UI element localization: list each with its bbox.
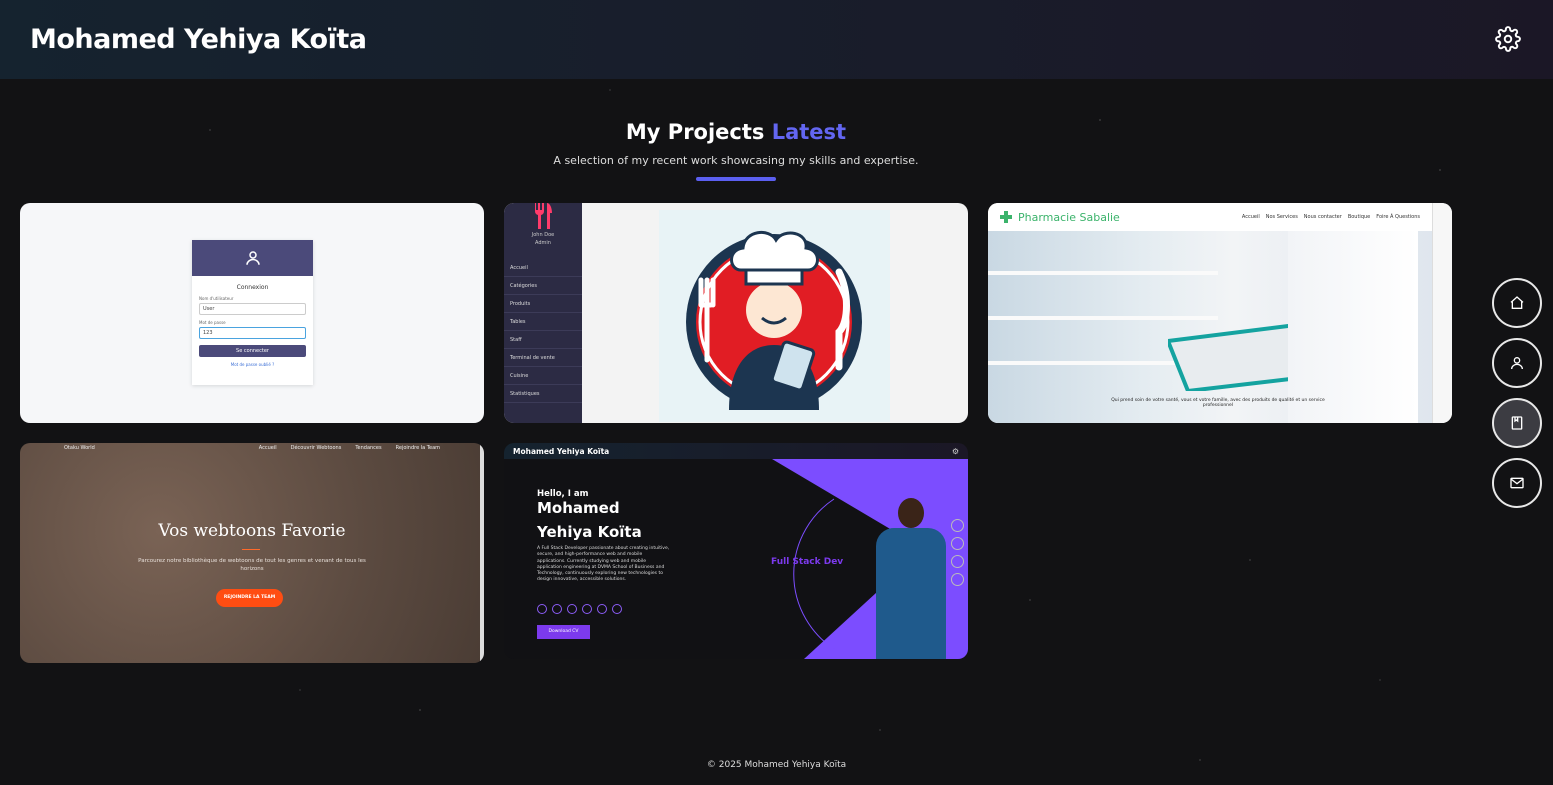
- nav-about-button[interactable]: [1492, 338, 1542, 388]
- user-icon: [245, 251, 260, 265]
- portfolio-cv-button: Download CV: [537, 625, 590, 639]
- project-card-login[interactable]: Connexion Nom d'utilisateur User Mot de …: [20, 203, 484, 423]
- portfolio-side-nav: [951, 519, 964, 586]
- webtoon-divider: [242, 549, 260, 550]
- project-card-pharmacy[interactable]: Pharmacie Sabalie Accueil Nos Services N…: [988, 203, 1452, 423]
- social-icon: [537, 604, 547, 614]
- fork-knife-icon: [534, 203, 552, 229]
- username-label: Nom d'utilisateur: [199, 296, 234, 301]
- pharmacy-nav-item: Accueil: [1241, 214, 1260, 220]
- admin-menu-item: Staff: [504, 331, 582, 349]
- pharmacy-nav-links: Accueil Nos Services Nous contacter Bout…: [1242, 214, 1420, 220]
- title-main: My Projects: [625, 120, 765, 144]
- portfolio-nav-dot: [951, 555, 964, 568]
- password-label: Mot de passe: [199, 320, 226, 325]
- portfolio-name-line1: Mohamed: [537, 499, 620, 517]
- pharmacy-navbar: Pharmacie Sabalie Accueil Nos Services N…: [988, 203, 1432, 231]
- webtoon-subtitle: Parcourez notre bibliothèque de webtoons…: [138, 558, 366, 572]
- pharmacy-hero-text: Qui prend soin de votre santé, vous et v…: [1111, 398, 1325, 408]
- portfolio-nav-dot: [951, 519, 964, 532]
- admin-user-role: Admin: [535, 240, 551, 246]
- portfolio-name-line2: Yehiya Koïta: [537, 523, 642, 541]
- admin-user: John Doe Admin: [504, 231, 582, 247]
- gear-icon[interactable]: [1495, 26, 1521, 52]
- pharmacy-hero: [988, 231, 1432, 423]
- login-title: Connexion: [236, 284, 269, 291]
- browser-side-strip: [1432, 203, 1452, 423]
- login-header: [192, 240, 313, 276]
- project-card-restaurant[interactable]: John Doe Admin Accueil Catégories Produi…: [504, 203, 968, 423]
- admin-user-name: John Doe: [531, 232, 555, 238]
- webtoon-brand: Otaku World: [64, 445, 95, 451]
- projects-heading: My Projects Latest A selection of my rec…: [0, 120, 1472, 181]
- portfolio-brand: Mohamed Yehiya Koïta: [513, 446, 610, 456]
- project-card-webtoons[interactable]: Otaku World Accueil Découvrir Webtoons T…: [20, 443, 484, 663]
- section-subtitle: A selection of my recent work showcasing…: [553, 154, 919, 167]
- mail-icon: [1510, 477, 1524, 489]
- portfolio-nav-dot: [951, 573, 964, 586]
- title-underline: [696, 177, 776, 181]
- webtoon-nav-item: Tendances: [355, 445, 382, 451]
- site-header: Mohamed Yehiya Koïta: [0, 0, 1553, 79]
- admin-menu-item: Produits: [504, 295, 582, 313]
- portfolio-greeting: Hello, I am: [537, 489, 589, 499]
- section-title: My Projects Latest: [0, 120, 1472, 144]
- admin-sidebar: John Doe Admin Accueil Catégories Produi…: [504, 203, 582, 423]
- shelf: [988, 271, 1218, 275]
- portfolio-social-icons: [537, 604, 622, 614]
- webtoon-navbar: Otaku World Accueil Découvrir Webtoons T…: [20, 443, 484, 453]
- social-icon: [612, 604, 622, 614]
- admin-menu-item: Accueil: [504, 259, 582, 277]
- webtoon-join-button: REJOINDRE LA TEAM: [216, 589, 283, 607]
- login-preview: Connexion Nom d'utilisateur User Mot de …: [192, 240, 313, 385]
- admin-menu-item: Catégories: [504, 277, 582, 295]
- webtoon-title: Vos webtoons Favorie: [158, 521, 346, 541]
- pharmacy-nav-item: Foire Á Questions: [1376, 214, 1420, 220]
- username-field: User: [199, 303, 306, 315]
- admin-menu-item: Cuisine: [504, 367, 582, 385]
- admin-menu-item: Statistiques: [504, 385, 582, 403]
- title-accent: Latest: [771, 120, 847, 144]
- webtoon-nav-links: Accueil Découvrir Webtoons Tendances Rej…: [259, 445, 440, 451]
- user-icon: [1511, 357, 1523, 370]
- portfolio-role: Full Stack Dev: [771, 557, 844, 567]
- chef-illustration: [686, 231, 862, 410]
- pharmacy-brand: Pharmacie Sabalie: [1018, 210, 1120, 224]
- admin-menu-item: Tables: [504, 313, 582, 331]
- password-field: 123: [199, 327, 306, 339]
- webtoon-nav-item: Rejoindre la Team: [395, 445, 440, 451]
- forgot-password-link: Mot de passe oublié ?: [230, 362, 275, 367]
- plus-cross-icon: [1000, 211, 1012, 223]
- nav-home-button[interactable]: [1492, 278, 1542, 328]
- admin-menu-item: Terminal de vente: [504, 349, 582, 367]
- social-icon: [597, 604, 607, 614]
- social-icon: [582, 604, 592, 614]
- portfolio-avatar: [876, 498, 946, 659]
- pharmacy-nav-item: Nous contacter: [1303, 214, 1342, 220]
- doctor-figure: [1288, 231, 1418, 423]
- portfolio-header: Mohamed Yehiya Koïta ⚙: [504, 443, 968, 459]
- social-icon: [567, 604, 577, 614]
- pharmacy-nav-item: Boutique: [1347, 214, 1371, 220]
- webtoon-scrollbar: [480, 443, 484, 663]
- pharmacy-nav-item: Nos Services: [1265, 214, 1298, 220]
- login-button: Se connecter: [199, 345, 306, 357]
- webtoon-nav-item: Accueil: [258, 445, 277, 451]
- nav-contact-button[interactable]: [1492, 458, 1542, 508]
- site-footer: © 2025 Mohamed Yehiya Koïta: [706, 760, 847, 770]
- project-card-portfolio[interactable]: Mohamed Yehiya Koïta ⚙ Hello, I am Moham…: [504, 443, 968, 659]
- site-brand[interactable]: Mohamed Yehiya Koïta: [30, 24, 367, 55]
- shelf: [988, 316, 1218, 320]
- book-icon: [1511, 416, 1523, 430]
- nav-projects-button[interactable]: [1492, 398, 1542, 448]
- portfolio-description: A Full Stack Developer passionate about …: [537, 546, 670, 583]
- social-icon: [552, 604, 562, 614]
- gear-icon: ⚙: [951, 446, 959, 456]
- admin-menu: Accueil Catégories Produits Tables Staff…: [504, 259, 582, 403]
- webtoon-nav-item: Découvrir Webtoons: [290, 445, 342, 451]
- home-icon: [1510, 296, 1524, 309]
- portfolio-nav-dot: [951, 537, 964, 550]
- chef-logo: [659, 210, 890, 422]
